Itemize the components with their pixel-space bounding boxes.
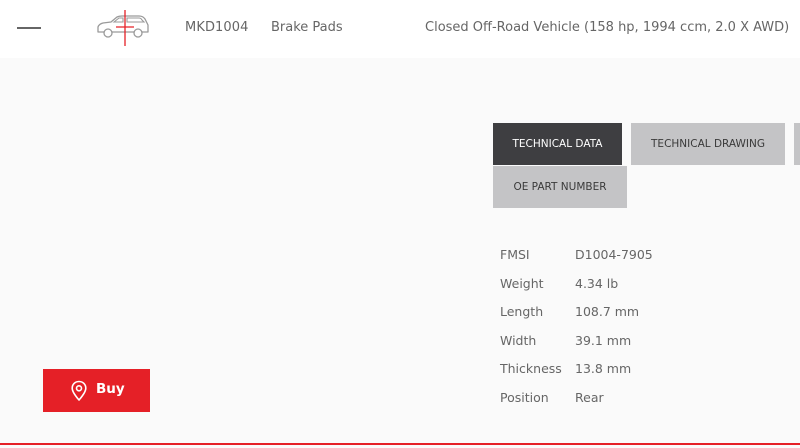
tab-next[interactable] [794, 123, 800, 165]
spec-label: Weight [500, 275, 544, 291]
spec-label: Thickness [500, 361, 562, 377]
bottom-divider [0, 443, 800, 445]
buy-button[interactable]: Buy [43, 369, 150, 412]
vehicle-description: Closed Off-Road Vehicle (158 hp, 1994 cc… [425, 20, 790, 35]
spec-value: 4.34 lb [575, 275, 619, 291]
spec-value: 13.8 mm [575, 361, 632, 377]
buy-button-label: Buy [96, 381, 125, 397]
tab-technical-drawing[interactable]: TECHNICAL DRAWING [631, 123, 785, 165]
location-pin-icon [71, 380, 87, 401]
part-name: Brake Pads [271, 20, 343, 35]
spec-value: 108.7 mm [575, 304, 640, 320]
part-code: MKD1004 [185, 20, 249, 35]
spec-label: Width [500, 332, 537, 348]
spec-value: 39.1 mm [575, 332, 632, 348]
tab-technical-data[interactable]: TECHNICAL DATA [493, 123, 622, 165]
spec-label: FMSI [500, 247, 530, 262]
vehicle-icon[interactable] [94, 9, 152, 47]
menu-dash-icon[interactable] [17, 27, 41, 29]
tab-oe-part-number[interactable]: OE PART NUMBER [493, 166, 627, 208]
spec-value: D1004-7905 [575, 247, 653, 262]
spec-label: Position [500, 389, 549, 405]
spec-label: Length [500, 304, 544, 320]
spec-value: Rear [575, 389, 604, 405]
top-bar: MKD1004 Brake Pads Closed Off-Road Vehic… [0, 0, 800, 58]
